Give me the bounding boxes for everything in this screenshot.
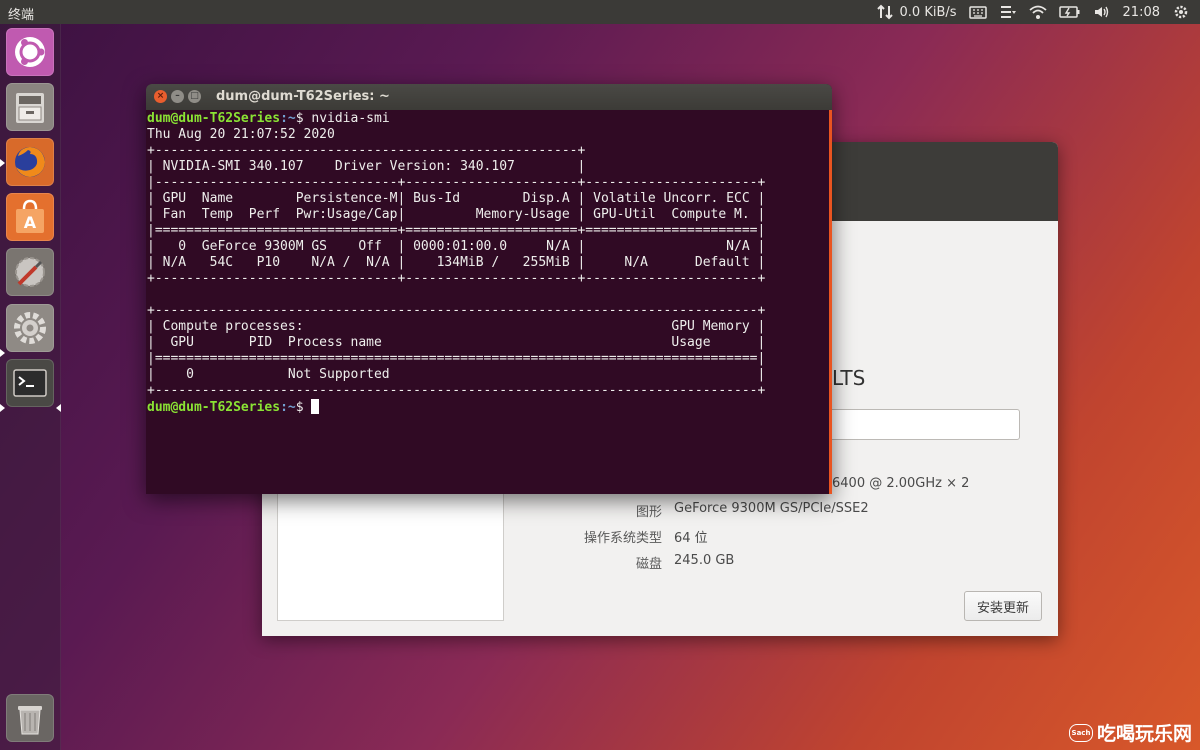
command-line: dum@dum-T62Series:~$ nvidia-smi (147, 111, 827, 127)
active-app-title: 终端 (8, 8, 35, 23)
launcher-terminal[interactable] (6, 359, 54, 407)
output-line: | GPU PID Process name Usage | (147, 335, 766, 350)
ostype-value: 64 位 (674, 531, 708, 546)
output-line: | GPU Name Persistence-M| Bus-Id Disp.A … (147, 191, 766, 206)
focused-indicator (56, 404, 61, 412)
firefox-icon (15, 147, 45, 177)
watermark: Sach 吃喝玩乐网 (1068, 719, 1192, 746)
trash-icon (18, 706, 42, 735)
network-transfer-indicator[interactable]: 0.0 KiB/s (876, 4, 957, 20)
svg-text:A: A (24, 213, 37, 232)
network-speed: 0.0 KiB/s (899, 4, 957, 20)
graphics-value: GeForce 9300M GS/PCIe/SSE2 (674, 501, 869, 516)
file-cabinet-icon (16, 93, 44, 123)
current-prompt[interactable]: dum@dum-T62Series:~$ (147, 399, 827, 416)
wrench-screwdriver-icon (15, 257, 45, 287)
wifi-icon[interactable] (1028, 4, 1047, 20)
maximize-icon: □ (190, 91, 199, 101)
menu-icon[interactable] (999, 4, 1017, 20)
os-name: LTS (832, 366, 866, 390)
output-line: +-------------------------------+-------… (147, 271, 766, 286)
output-line: +---------------------------------------… (147, 143, 586, 158)
prompt-path: :~ (280, 111, 296, 126)
volume-icon[interactable] (1093, 4, 1111, 20)
prompt-user: dum@dum-T62Series (147, 111, 281, 126)
watermark-bubble: Sach (1068, 723, 1093, 742)
maximize-button[interactable]: □ (188, 90, 201, 103)
gear-icon (14, 312, 46, 344)
close-button[interactable]: × (154, 90, 167, 103)
processor-value: 6400 @ 2.00GHz × 2 (832, 476, 970, 491)
terminal-titlebar[interactable]: × – □ dum@dum-T62Series: ~ (146, 84, 832, 110)
output-line: | 0 GeForce 9300M GS Off | 0000:01:00.0 … (147, 239, 766, 254)
gear-icon[interactable] (1172, 4, 1190, 20)
launcher-files[interactable] (6, 83, 54, 131)
keyboard-icon[interactable] (968, 4, 987, 20)
output-line: |-------------------------------+-------… (147, 175, 766, 190)
prompt-symbol: $ (295, 400, 312, 415)
output-line: +---------------------------------------… (147, 303, 766, 318)
running-indicator (0, 404, 5, 412)
terminal-scrollbar[interactable] (829, 110, 832, 494)
launcher-software-center[interactable]: A (6, 193, 54, 241)
device-name-field[interactable] (822, 409, 1020, 440)
top-panel: 终端 0.0 KiB/s 21:08 (0, 0, 1200, 24)
output-line: |===============================+=======… (147, 223, 766, 238)
disk-value: 245.0 GB (674, 553, 735, 568)
close-icon: × (156, 91, 165, 101)
launcher: A (0, 24, 61, 750)
launcher-system-settings[interactable] (6, 304, 54, 352)
network-transfer-icon (876, 4, 893, 20)
terminal-title: dum@dum-T62Series: ~ (216, 89, 390, 104)
launcher-firefox[interactable] (6, 138, 54, 186)
text-cursor (311, 399, 320, 414)
ubuntu-logo-icon (15, 37, 45, 67)
system-tray: 0.0 KiB/s 21:08 (876, 0, 1190, 24)
output-line: |=======================================… (147, 351, 766, 366)
running-indicator (0, 159, 5, 167)
output-line (147, 287, 827, 303)
minimize-button[interactable]: – (171, 90, 184, 103)
launcher-ubuntu-dash[interactable] (6, 28, 54, 76)
launcher-system-tools[interactable] (6, 248, 54, 296)
terminal-icon (13, 369, 47, 397)
disk-label: 磁盘 (635, 557, 662, 572)
output-line: | Fan Temp Perf Pwr:Usage/Cap| Memory-Us… (147, 207, 766, 222)
output-line: | 0 Not Supported | (147, 367, 766, 382)
details-sidebar[interactable] (277, 492, 504, 621)
battery-icon[interactable] (1058, 4, 1081, 20)
clock[interactable]: 21:08 (1123, 5, 1160, 20)
output-line: | NVIDIA-SMI 340.107 Driver Version: 340… (147, 159, 586, 174)
install-updates-button[interactable]: 安装更新 (964, 591, 1042, 621)
command: nvidia-smi (311, 111, 390, 126)
shopping-bag-icon: A (16, 199, 44, 233)
terminal-output[interactable]: dum@dum-T62Series:~$ nvidia-smi Thu Aug … (147, 111, 827, 494)
output-line: Thu Aug 20 21:07:52 2020 (147, 127, 335, 142)
launcher-trash[interactable] (6, 694, 54, 742)
minimize-icon: – (175, 91, 180, 101)
ostype-label: 操作系统类型 (583, 531, 662, 546)
output-line: | N/A 54C P10 N/A / N/A | 134MiB / 255Mi… (147, 255, 766, 270)
output-line: +---------------------------------------… (147, 383, 766, 398)
prompt-symbol: $ (295, 111, 312, 126)
terminal-window[interactable]: × – □ dum@dum-T62Series: ~ dum@dum-T62Se… (146, 84, 832, 494)
graphics-label: 图形 (635, 505, 662, 520)
prompt-user: dum@dum-T62Series (147, 400, 281, 415)
prompt-path: :~ (280, 400, 296, 415)
output-line: | Compute processes: GPU Memory | (147, 319, 766, 334)
running-indicator (0, 349, 5, 357)
watermark-text: 吃喝玩乐网 (1096, 723, 1192, 745)
